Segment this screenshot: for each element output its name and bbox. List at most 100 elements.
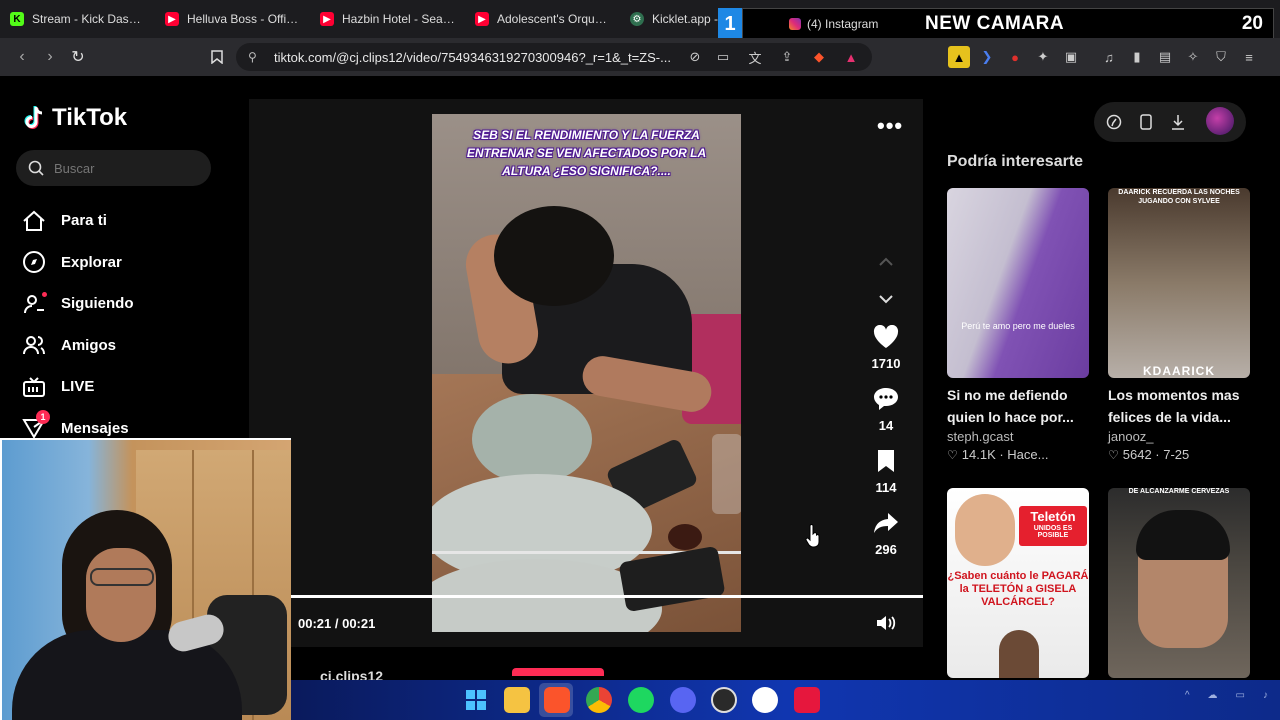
tiktok-note-icon xyxy=(24,106,43,129)
video-caption: SEB SI EL RENDIMIENTO Y LA FUERZA ENTREN… xyxy=(466,128,707,178)
comment-button[interactable]: 14 xyxy=(866,386,906,448)
overlay-number-badge: 1 xyxy=(718,8,742,40)
sidebar-item-para-ti[interactable]: Para ti xyxy=(20,200,134,242)
vpn-icon[interactable]: ⛉ xyxy=(1210,46,1232,68)
file-explorer-icon[interactable] xyxy=(504,687,530,713)
mobile-icon[interactable] xyxy=(1136,112,1156,132)
puzzle-icon[interactable]: ✦ xyxy=(1032,46,1054,68)
bookmark-icon[interactable] xyxy=(203,43,231,71)
video-editor-icon[interactable] xyxy=(794,687,820,713)
card-meta-text: 14.1K · Hace... xyxy=(961,447,1049,462)
brave-browser-icon[interactable] xyxy=(544,687,570,713)
translate-icon[interactable]: 文 xyxy=(744,46,766,68)
sidebar-item-explorar[interactable]: Explorar xyxy=(20,242,134,284)
tab-instagram[interactable]: (4) Instagram xyxy=(789,17,878,31)
tab-title: (4) Instagram xyxy=(807,17,879,31)
save-button[interactable]: 114 xyxy=(866,448,906,510)
video-progress-bar[interactable] xyxy=(291,595,923,598)
search-input[interactable] xyxy=(54,160,204,176)
video-time: 00:21 / 00:21 xyxy=(298,616,376,631)
chevron-up-icon[interactable]: ^ xyxy=(1185,690,1190,701)
share-button[interactable]: 296 xyxy=(866,510,906,572)
tab-kick[interactable]: K Stream - Kick Dashbo xyxy=(0,0,155,38)
music-icon[interactable]: ♫ xyxy=(1098,46,1120,68)
tab-hazbin-hotel[interactable]: ▶ Hazbin Hotel - Season xyxy=(310,0,465,38)
extension-icon[interactable]: ❯ xyxy=(976,46,998,68)
chevron-up-icon[interactable] xyxy=(874,250,898,274)
discord-icon[interactable] xyxy=(670,687,696,713)
cloud-icon[interactable]: ☁ xyxy=(1208,690,1218,701)
recommended-video-card[interactable]: DAARICK RECUERDA LAS NOCHES JUGANDO CON … xyxy=(1108,188,1250,462)
cast-icon[interactable]: ▭ xyxy=(712,46,734,68)
menu-icon[interactable]: ≡ xyxy=(1238,46,1260,68)
video-thumbnail[interactable]: DAARICK RECUERDA LAS NOCHES JUGANDO CON … xyxy=(1108,188,1250,378)
thumbnail-question: ¿Saben cuánto le PAGARÁ la TELETÓN a GIS… xyxy=(947,570,1089,608)
screenshot-icon[interactable]: ▣ xyxy=(1060,46,1082,68)
profile-avatar[interactable] xyxy=(1206,107,1234,135)
extension-icon[interactable]: ● xyxy=(1004,46,1026,68)
spotify-icon[interactable] xyxy=(628,687,654,713)
search-box[interactable] xyxy=(16,150,211,186)
live-icon xyxy=(20,375,48,399)
webcam-overlay xyxy=(0,438,291,720)
sidebar-icon[interactable]: ▮ xyxy=(1126,46,1148,68)
notification-dot xyxy=(42,291,47,297)
card-meta: ♡ 14.1K · Hace... xyxy=(947,447,1089,462)
share-icon[interactable]: ⇪ xyxy=(776,46,798,68)
sidebar-item-label: Siguiendo xyxy=(61,295,134,313)
chevron-down-icon[interactable] xyxy=(874,287,898,311)
screen: K Stream - Kick Dashbo ▶ Helluva Boss - … xyxy=(0,0,1280,720)
camera-banner: (4) Instagram NEW CAMARA 20 xyxy=(742,8,1274,40)
camera-title: NEW CAMARA xyxy=(925,13,1065,34)
tab-title: Helluva Boss - Official xyxy=(187,12,300,26)
recommended-video-card[interactable]: Perú te amo pero me dueles Si no me defi… xyxy=(947,188,1089,462)
card-title[interactable]: Los momentos mas felices de la vida... xyxy=(1108,384,1250,428)
tab-adolescents-orquestra[interactable]: ▶ Adolescent's Orquest xyxy=(465,0,620,38)
card-author[interactable]: janooz_ xyxy=(1108,429,1250,444)
brand-text: Teletón xyxy=(1030,509,1076,524)
tab-title: Adolescent's Orquest xyxy=(497,12,610,26)
chrome-icon[interactable] xyxy=(586,687,612,713)
video-player[interactable]: SEB SI EL RENDIMIENTO Y LA FUERZA ENTREN… xyxy=(249,99,923,647)
bookmark-icon xyxy=(873,448,899,474)
forward-icon[interactable]: › xyxy=(36,43,64,71)
tab-helluva-boss[interactable]: ▶ Helluva Boss - Official xyxy=(155,0,310,38)
video-thumbnail[interactable]: Teletón UNIDOS ES POSIBLE ¿Saben cuánto … xyxy=(947,488,1089,678)
obs-icon[interactable] xyxy=(711,687,737,713)
leo-icon[interactable]: ✧ xyxy=(1182,46,1204,68)
like-count: 1710 xyxy=(871,356,901,371)
video-actions: 1710 14 114 296 xyxy=(866,324,906,572)
video-thumbnail[interactable]: Perú te amo pero me dueles xyxy=(947,188,1089,378)
card-title[interactable]: Si no me defiendo quien lo hace por... xyxy=(947,384,1089,428)
thumbnail-overlay-text: DE ALCANZARME CERVEZAS xyxy=(1128,488,1230,495)
tiktok-logo[interactable]: TikTok xyxy=(22,104,127,132)
reload-icon[interactable]: ↻ xyxy=(64,43,92,71)
like-button[interactable]: 1710 xyxy=(866,324,906,386)
back-icon[interactable]: ‹ xyxy=(8,43,36,71)
recommended-video-card[interactable]: DE ALCANZARME CERVEZAS xyxy=(1108,488,1250,678)
wallet-icon[interactable]: ▤ xyxy=(1154,46,1176,68)
card-author[interactable]: steph.gcast xyxy=(947,429,1089,444)
sidebar-item-amigos[interactable]: Amigos xyxy=(20,325,134,367)
brave-rewards-icon[interactable]: ▲ xyxy=(840,46,862,68)
follow-button[interactable] xyxy=(512,668,604,676)
coins-icon[interactable] xyxy=(1104,112,1124,132)
windows-start-icon[interactable] xyxy=(463,687,489,713)
video-thumbnail[interactable]: DE ALCANZARME CERVEZAS xyxy=(1108,488,1250,678)
brave-shield-icon[interactable]: ◆ xyxy=(808,46,830,68)
network-icon[interactable]: ▭ xyxy=(1236,690,1245,701)
more-options-icon[interactable]: ••• xyxy=(877,113,903,139)
extension-icon[interactable]: ▲ xyxy=(948,46,970,68)
sidebar-item-siguiendo[interactable]: Siguiendo xyxy=(20,283,134,325)
sidebar-item-live[interactable]: LIVE xyxy=(20,366,134,408)
download-icon[interactable] xyxy=(1168,112,1188,132)
messages-icon: 1 xyxy=(20,410,50,440)
reader-icon[interactable]: ⊘ xyxy=(684,46,706,68)
site-settings-icon[interactable]: ⚲ xyxy=(248,50,257,64)
video-frame[interactable]: SEB SI EL RENDIMIENTO Y LA FUERZA ENTREN… xyxy=(432,114,741,632)
volume-icon[interactable] xyxy=(875,613,897,633)
streaming-app-icon[interactable] xyxy=(752,687,778,713)
recommendations-title: Podría interesarte xyxy=(947,153,1084,170)
recommended-video-card[interactable]: Teletón UNIDOS ES POSIBLE ¿Saben cuánto … xyxy=(947,488,1089,678)
volume-icon[interactable]: ♪ xyxy=(1263,690,1268,701)
